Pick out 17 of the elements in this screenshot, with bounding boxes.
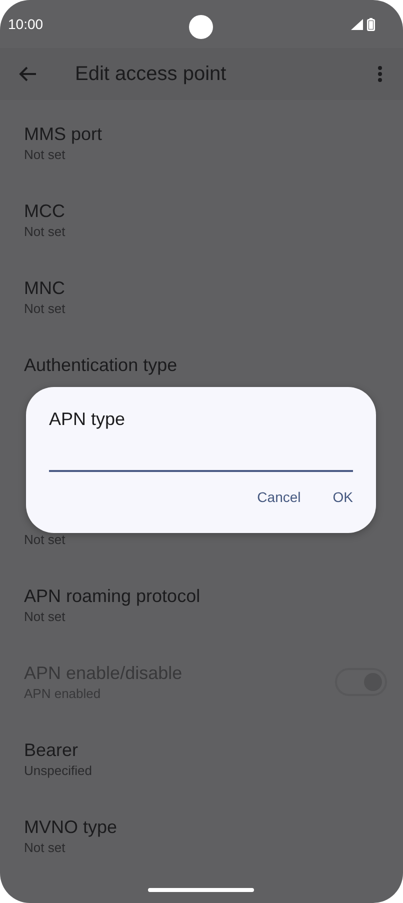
- setting-title[interactable]: Authentication type: [24, 355, 178, 375]
- signal-icon: [351, 18, 363, 30]
- screen-title: Edit access point: [75, 62, 226, 86]
- setting-title[interactable]: MCC: [24, 201, 65, 221]
- ok-button[interactable]: OK: [322, 481, 363, 513]
- cancel-button[interactable]: Cancel: [247, 481, 311, 513]
- status-time: 10:00: [8, 16, 44, 32]
- setting-title[interactable]: Bearer: [24, 740, 78, 760]
- camera-cutout-icon: [189, 15, 213, 39]
- setting-title[interactable]: MVNO type: [24, 817, 118, 837]
- dialog-title: APN type: [49, 408, 126, 431]
- more-options-button[interactable]: [378, 66, 382, 82]
- setting-title[interactable]: APN roaming protocol: [24, 586, 200, 606]
- setting-title[interactable]: MNC: [24, 278, 65, 298]
- battery-icon: [367, 18, 375, 30]
- setting-title[interactable]: MMS port: [24, 124, 102, 144]
- back-button[interactable]: [18, 64, 38, 84]
